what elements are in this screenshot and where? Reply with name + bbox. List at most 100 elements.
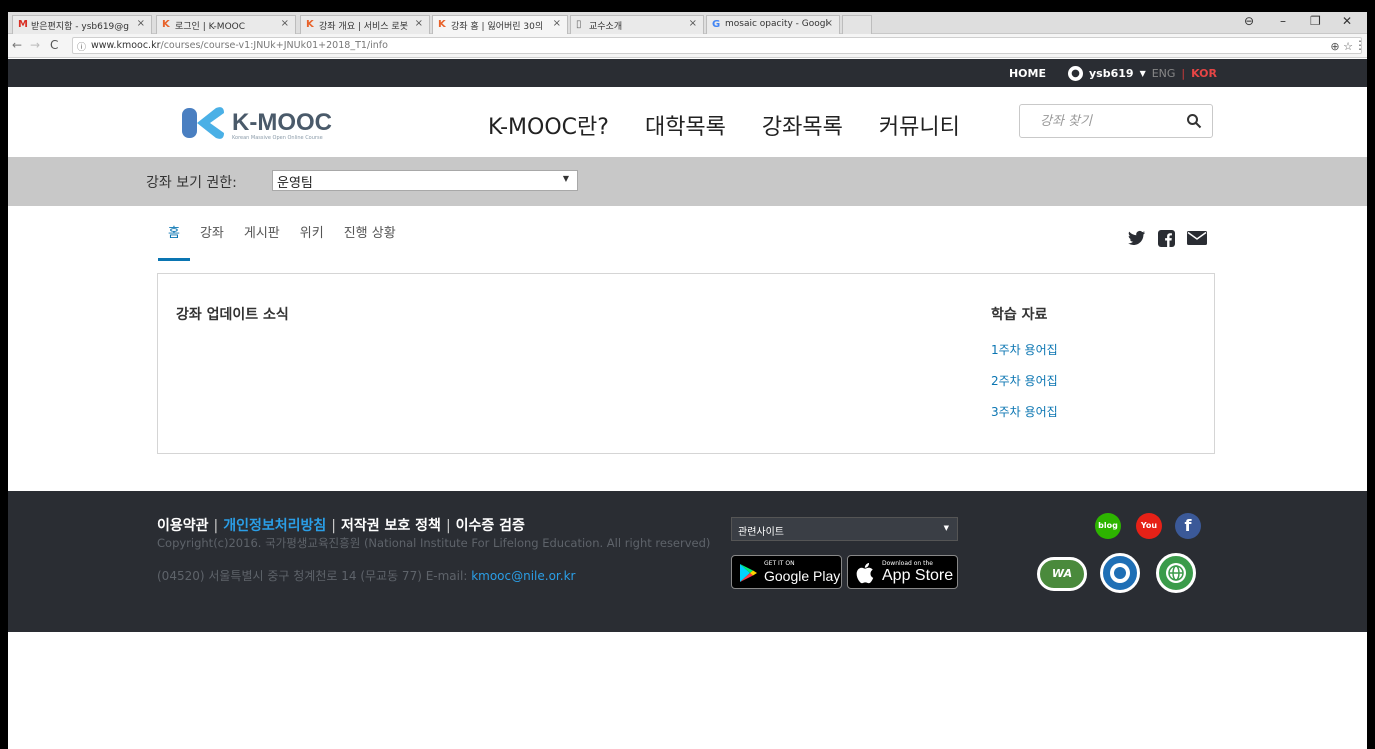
info-icon[interactable]: ⓘ [77, 40, 86, 53]
course-tabs: 홈 강좌 게시판 위키 진행 상황 [158, 222, 406, 261]
google-play-small: GET IT ON [764, 560, 795, 567]
related-sites-select[interactable]: 관련사이트 ▼ [731, 517, 958, 541]
twitter-icon[interactable] [1128, 230, 1146, 246]
home-link[interactable]: HOME [1009, 67, 1046, 80]
window-close-icon[interactable]: ✕ [1342, 14, 1352, 28]
address-line: (04520) 서울특별시 중구 청계천로 14 (무교동 77) E-mail… [157, 569, 472, 583]
youtube-icon[interactable]: You [1136, 513, 1162, 539]
search-input[interactable] [1020, 105, 1180, 137]
url-host: www.kmooc.kr [91, 40, 161, 51]
footer-links: 이용약관 | 개인정보처리방침 | 저작권 보호 정책 | 이수증 검증 [157, 515, 525, 535]
browser-tab[interactable]: K 로그인 | K-MOOC × [156, 15, 296, 34]
google-play-badge[interactable]: GET IT ON Google Play [731, 555, 842, 589]
tab-progress[interactable]: 진행 상황 [334, 222, 406, 261]
tab-wiki[interactable]: 위키 [290, 222, 334, 261]
course-info-panel: 강좌 업데이트 소식 학습 자료 1주차 용어집 2주차 용어집 3주차 용어집 [157, 273, 1215, 454]
terms-link[interactable]: 이용약관 [157, 518, 209, 534]
tab-course[interactable]: 강좌 [190, 222, 234, 261]
back-icon[interactable]: ← [12, 38, 22, 52]
browser-tab[interactable]: M 받은편지함 - ysb619@g × [12, 15, 152, 34]
cert-badge-icon [1100, 553, 1140, 593]
restore-icon[interactable]: ❐ [1310, 14, 1321, 28]
reload-icon[interactable]: C [50, 38, 58, 52]
separator: | [331, 518, 337, 534]
nav-courses[interactable]: 강좌목록 [762, 109, 843, 141]
certificate-verify-link[interactable]: 이수증 검증 [456, 518, 525, 534]
username-dropdown[interactable]: ysb619 [1089, 67, 1134, 80]
tab-label: 받은편지함 - ysb619@g [31, 22, 129, 32]
app-store-badge[interactable]: Download on the App Store [847, 555, 958, 589]
cert-emblem-icon [1110, 563, 1130, 583]
view-as-select[interactable]: 운영팀 ▼ [272, 170, 578, 191]
google-icon: G [712, 19, 721, 30]
copyright-text: Copyright(c)2016. 국가평생교육진흥원 (National In… [157, 536, 711, 550]
handout-link[interactable]: 1주차 용어집 [991, 341, 1058, 358]
logo-text: K-MOOC [232, 109, 332, 136]
handout-link[interactable]: 3주차 용어집 [991, 403, 1058, 420]
nav-community[interactable]: 커뮤니티 [879, 109, 960, 141]
tab-label: 로그인 | K-MOOC [175, 22, 246, 32]
url-input[interactable]: ⓘ www.kmooc.kr/courses/course-v1:JNUk+JN… [72, 37, 1362, 54]
site-top-bar: HOME ● ysb619 ▼ ENG | KOR [8, 59, 1367, 87]
close-icon[interactable]: × [825, 18, 833, 29]
tab-home[interactable]: 홈 [158, 222, 190, 261]
email-link[interactable]: kmooc@nile.or.kr [471, 569, 575, 583]
app-store-text: App Store [882, 567, 954, 584]
address-text: (04520) 서울특별시 중구 청계천로 14 (무교동 77) E-mail… [157, 567, 575, 584]
close-icon[interactable]: × [689, 18, 697, 29]
url-path: /courses/course-v1:JNUk+JNUk01+2018_T1/i… [160, 40, 388, 51]
page-icon: ▯ [576, 19, 582, 30]
lang-eng-link[interactable]: ENG [1152, 67, 1176, 80]
minimize-icon[interactable]: – [1280, 14, 1286, 28]
google-play-icon [740, 564, 757, 582]
view-as-label: 강좌 보기 권한: [146, 175, 237, 191]
profile-icon[interactable]: ⊖ [1244, 14, 1254, 28]
tab-label: 강좌 홈 | 잃어버린 30의 [451, 22, 544, 32]
lang-kor-link[interactable]: KOR [1191, 67, 1217, 80]
tab-label: mosaic opacity - Googl [725, 19, 828, 29]
view-as-value: 운영팀 [277, 176, 313, 191]
handouts-title: 학습 자료 [991, 307, 1048, 323]
address-bar: ← → C ⓘ www.kmooc.kr/courses/course-v1:J… [8, 34, 1367, 58]
caret-down-icon: ▼ [943, 524, 949, 532]
close-icon[interactable]: × [415, 18, 423, 29]
app-store-small: Download on the [882, 560, 933, 567]
apple-icon [856, 563, 874, 584]
menu-icon[interactable]: ⋮ [1354, 38, 1366, 52]
logo-subtitle: Korean Massive Open Online Course [232, 135, 323, 141]
browser-tab[interactable]: K 강좌 개요 | 서비스 로봇 × [300, 15, 430, 34]
nav-about[interactable]: K-MOOC란? [488, 109, 609, 141]
search-box [1019, 104, 1213, 138]
separator: | [213, 518, 219, 534]
gmail-icon: M [18, 19, 28, 30]
tab-discussion[interactable]: 게시판 [234, 222, 290, 261]
globe-icon [1166, 563, 1186, 583]
handout-link[interactable]: 2주차 용어집 [991, 372, 1058, 389]
blog-icon[interactable]: blog [1095, 513, 1121, 539]
close-icon[interactable]: × [137, 18, 145, 29]
caret-down-icon[interactable]: ▼ [1140, 69, 1146, 78]
privacy-link[interactable]: 개인정보처리방침 [223, 518, 326, 534]
zoom-icon[interactable]: ⊕ ☆ [1330, 40, 1353, 53]
nav-universities[interactable]: 대학목록 [645, 109, 726, 141]
google-play-text: Google Play [764, 568, 841, 584]
facebook-icon[interactable] [1158, 230, 1175, 247]
browser-tab[interactable]: G mosaic opacity - Googl × [706, 15, 840, 34]
copyright-policy-link[interactable]: 저작권 보호 정책 [341, 518, 441, 534]
kmooc-logo[interactable]: K-MOOC Korean Massive Open Online Course [180, 105, 332, 141]
browser-tab[interactable]: ▯ 교수소개 × [570, 15, 704, 34]
email-icon[interactable] [1187, 230, 1207, 246]
browser-window: M 받은편지함 - ysb619@g × K 로그인 | K-MOOC × K … [8, 12, 1367, 749]
search-icon[interactable] [1186, 113, 1202, 129]
separator: | [445, 518, 451, 534]
caret-down-icon: ▼ [562, 174, 569, 183]
related-sites-label: 관련사이트 [738, 527, 784, 538]
new-tab-button[interactable] [842, 15, 872, 34]
course-updates-title: 강좌 업데이트 소식 [176, 307, 289, 323]
facebook-icon[interactable]: f [1175, 513, 1201, 539]
browser-tab-active[interactable]: K 강좌 홈 | 잃어버린 30의 × [432, 15, 568, 34]
close-icon[interactable]: × [281, 18, 289, 29]
close-icon[interactable]: × [553, 18, 561, 29]
forward-icon[interactable]: → [30, 38, 40, 52]
kmooc-icon: K [306, 19, 314, 30]
